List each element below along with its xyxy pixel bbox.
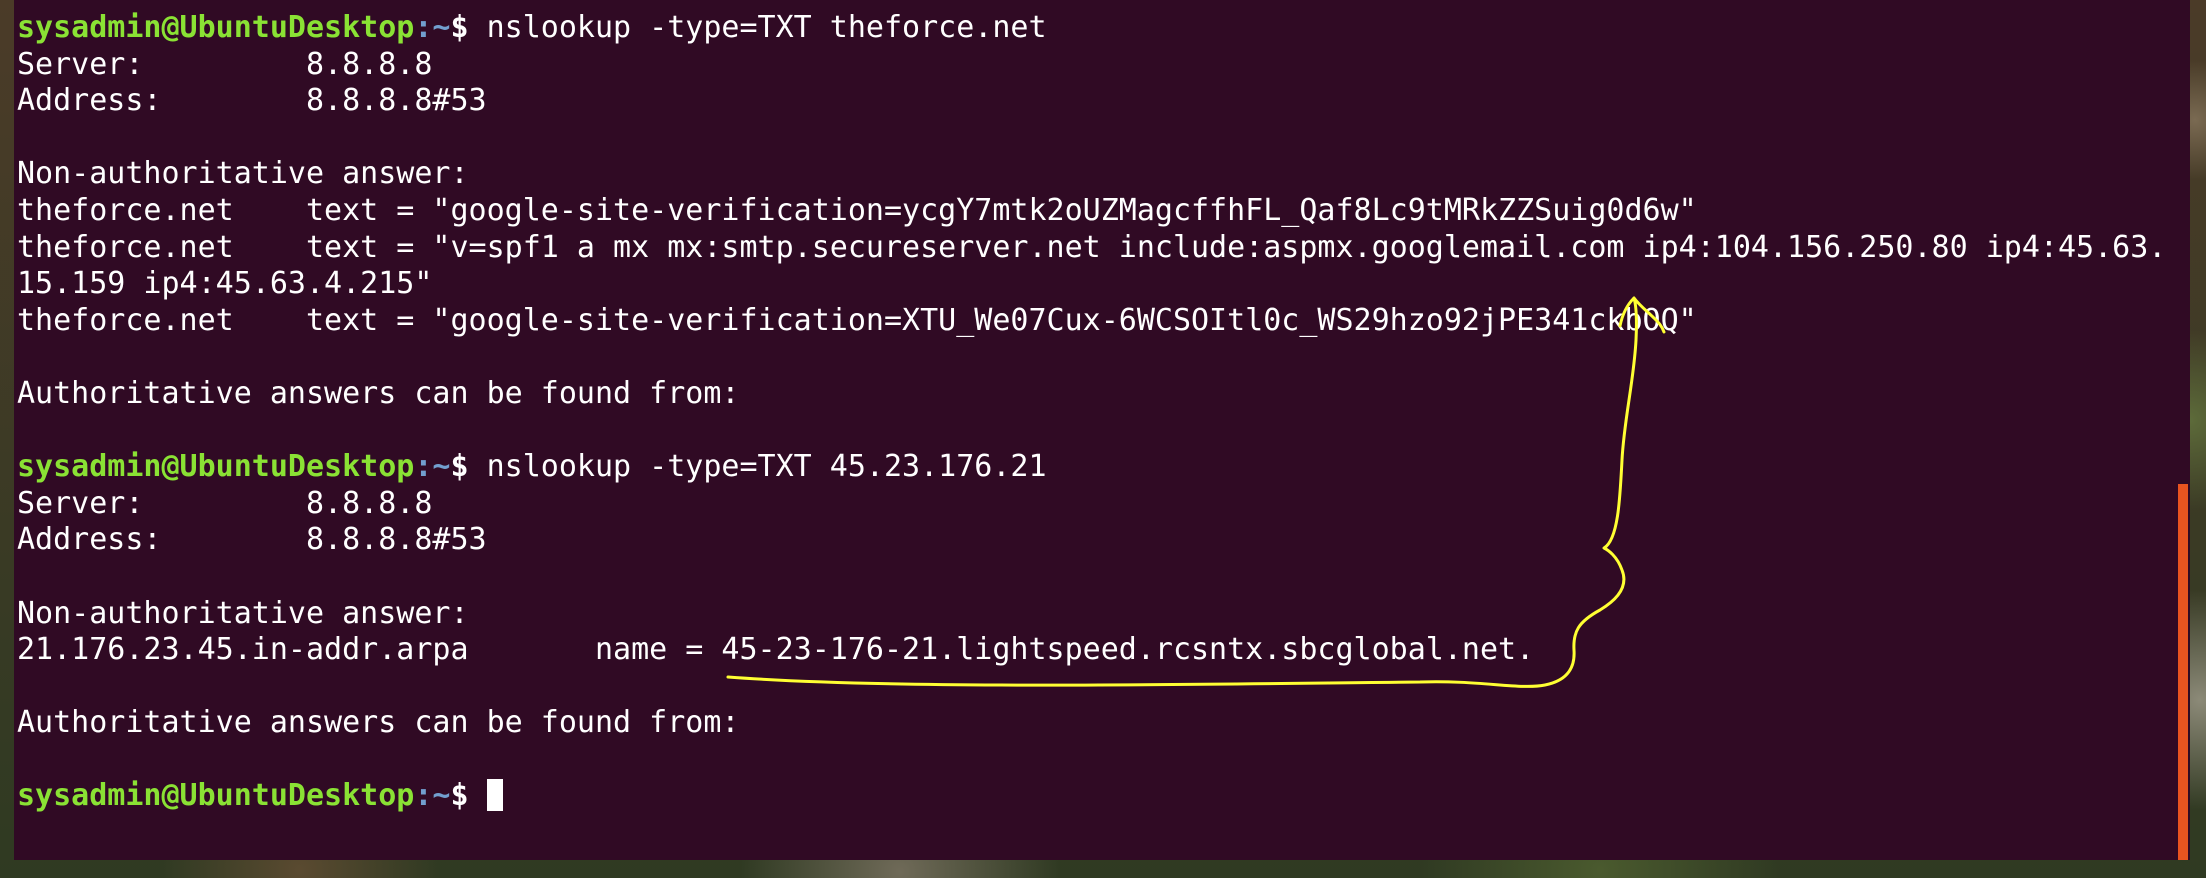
- output-line: Server: 8.8.8.8: [17, 46, 433, 82]
- prompt-symbol: $: [450, 449, 469, 485]
- scrollbar-thumb[interactable]: [2178, 484, 2188, 860]
- output-line: 15.159 ip4:45.63.4.215": [17, 266, 433, 302]
- prompt-path: :~: [414, 778, 451, 814]
- command-text: nslookup -type=TXT theforce.net: [468, 10, 1047, 45]
- cursor-block: [486, 779, 503, 812]
- prompt-path: :~: [414, 10, 451, 45]
- command-text: nslookup -type=TXT 45.23.176.21: [468, 449, 1047, 485]
- output-line: Authoritative answers can be found from:: [17, 375, 740, 411]
- command-line: sysadmin@UbuntuDesktop:~$ nslookup -type…: [17, 10, 2166, 47]
- prompt-path: :~: [414, 449, 451, 485]
- output-line: Server: 8.8.8.8: [17, 485, 433, 521]
- output-line: Authoritative answers can be found from:: [17, 705, 740, 741]
- prompt-user-host: sysadmin@UbuntuDesktop: [17, 449, 415, 485]
- output-line: theforce.net text = "google-site-verific…: [17, 302, 1697, 338]
- command-text: [469, 778, 487, 813]
- command-line: sysadmin@UbuntuDesktop:~$ nslookup -type…: [17, 449, 2166, 486]
- terminal-window[interactable]: sysadmin@UbuntuDesktop:~$ nslookup -type…: [14, 0, 2190, 860]
- output-line: theforce.net text = "v=spf1 a mx mx:smtp…: [17, 229, 2167, 265]
- output-line: 21.176.23.45.in-addr.arpa name = 45-23-1…: [17, 632, 1535, 668]
- output-line: Address: 8.8.8.8#53: [17, 522, 487, 558]
- prompt-symbol: $: [450, 778, 469, 814]
- output-line: Non-authoritative answer:: [17, 595, 469, 631]
- command-line: sysadmin@UbuntuDesktop:~$: [17, 778, 2166, 815]
- output-line: Non-authoritative answer:: [17, 156, 469, 192]
- output-line: Address: 8.8.8.8#53: [17, 83, 487, 119]
- prompt-user-host: sysadmin@UbuntuDesktop: [17, 10, 415, 45]
- prompt-symbol: $: [450, 10, 469, 45]
- terminal-output[interactable]: sysadmin@UbuntuDesktop:~$ nslookup -type…: [17, 10, 2166, 815]
- prompt-user-host: sysadmin@UbuntuDesktop: [17, 778, 415, 814]
- output-line: theforce.net text = "google-site-verific…: [17, 192, 1697, 228]
